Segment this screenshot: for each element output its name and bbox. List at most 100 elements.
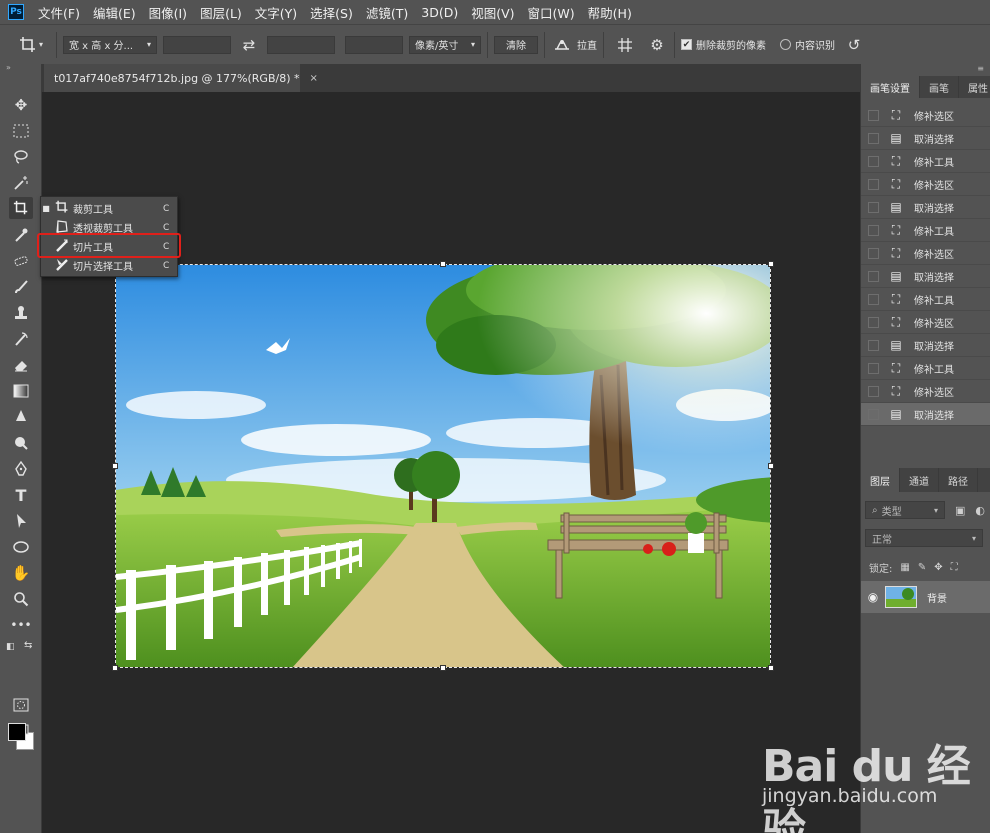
close-icon[interactable]: × <box>310 73 318 84</box>
tab-properties[interactable]: 属性 <box>959 76 990 98</box>
healing-brush-tool-icon[interactable] <box>9 250 33 272</box>
delete-cropped-checkbox[interactable]: ✔ <box>681 39 692 50</box>
clone-stamp-tool-icon[interactable] <box>9 302 33 324</box>
history-snapshot-checkbox[interactable] <box>868 270 879 282</box>
move-tool-icon[interactable]: ✥ <box>9 94 33 116</box>
menu-image[interactable]: 图像(I) <box>149 3 187 22</box>
history-item[interactable]: ⛶ 修补选区 <box>861 311 990 334</box>
more-tools-icon[interactable]: ••• <box>9 614 33 636</box>
collapse-arrows-icon[interactable]: » <box>0 64 41 74</box>
menu-view[interactable]: 视图(V) <box>471 3 514 22</box>
history-item[interactable]: ▤ 取消选择 <box>861 127 990 150</box>
ellipse-tool-icon[interactable] <box>9 536 33 558</box>
history-item[interactable]: ⛶ 修补工具 <box>861 150 990 173</box>
tab-paths[interactable]: 路径 <box>939 468 978 492</box>
flyout-item-crop-tool[interactable]: ■ 裁剪工具 C <box>41 199 179 218</box>
straighten-label[interactable]: 拉直 <box>577 37 597 52</box>
ratio-preset-select[interactable]: 宽 x 高 x 分... ▾ <box>63 35 157 54</box>
menu-type[interactable]: 文字(Y) <box>255 3 297 22</box>
history-item[interactable]: ⛶ 修补选区 <box>861 104 990 127</box>
history-snapshot-checkbox[interactable] <box>868 201 879 213</box>
eyedropper-tool-icon[interactable] <box>9 224 33 246</box>
menu-file[interactable]: 文件(F) <box>38 3 80 22</box>
eraser-tool-icon[interactable] <box>9 354 33 376</box>
flyout-item-slice-select-tool[interactable]: 切片选择工具 C <box>41 256 179 275</box>
history-snapshot-checkbox[interactable] <box>868 316 879 328</box>
history-item[interactable]: ▤ 取消选择 <box>861 265 990 288</box>
pen-tool-icon[interactable] <box>9 458 33 480</box>
menu-3d[interactable]: 3D(D) <box>421 5 458 20</box>
crop-handle-top-right[interactable] <box>768 261 774 267</box>
crop-handle-left[interactable] <box>112 463 118 469</box>
history-snapshot-checkbox[interactable] <box>868 339 879 351</box>
history-item[interactable]: ⛶ 修补工具 <box>861 357 990 380</box>
menu-window[interactable]: 窗口(W) <box>528 3 575 22</box>
history-snapshot-checkbox[interactable] <box>868 247 879 259</box>
history-brush-tool-icon[interactable] <box>9 328 33 350</box>
grid-overlay-icon[interactable] <box>614 37 636 53</box>
history-snapshot-checkbox[interactable] <box>868 408 879 420</box>
height-input[interactable] <box>267 35 335 54</box>
history-snapshot-checkbox[interactable] <box>868 155 879 167</box>
eye-visibility-icon[interactable]: ◉ <box>861 590 885 604</box>
lock-transparent-icon[interactable]: ▦ <box>900 562 909 573</box>
history-snapshot-checkbox[interactable] <box>868 293 879 305</box>
path-selection-tool-icon[interactable] <box>9 510 33 532</box>
history-item[interactable]: ⛶ 修补工具 <box>861 288 990 311</box>
menu-edit[interactable]: 编辑(E) <box>93 3 136 22</box>
crop-handle-right[interactable] <box>768 463 774 469</box>
reset-icon[interactable]: ↺ <box>843 36 865 54</box>
width-input[interactable] <box>163 35 231 54</box>
gradient-tool-icon[interactable] <box>9 380 33 402</box>
content-aware-checkbox[interactable] <box>780 39 791 50</box>
canvas-image[interactable] <box>115 264 771 668</box>
image-filter-icon[interactable]: ▣ <box>955 504 965 517</box>
history-item[interactable]: ⛶ 修补选区 <box>861 173 990 196</box>
tab-layers[interactable]: 图层 <box>861 468 900 492</box>
adjustment-filter-icon[interactable]: ◐ <box>975 504 985 517</box>
dodge-tool-icon[interactable] <box>9 432 33 454</box>
history-snapshot-checkbox[interactable] <box>868 109 879 121</box>
swap-colors-icon[interactable]: ⇆ <box>24 640 32 651</box>
history-snapshot-checkbox[interactable] <box>868 178 879 190</box>
history-snapshot-checkbox[interactable] <box>868 224 879 236</box>
history-item[interactable]: ⛶ 修补工具 <box>861 219 990 242</box>
lock-position-icon[interactable]: ✥ <box>934 562 942 573</box>
swap-arrows-icon[interactable]: ⇄ <box>231 36 267 54</box>
quick-mask-icon[interactable] <box>9 694 33 716</box>
blur-tool-icon[interactable] <box>9 406 33 428</box>
document-tab[interactable]: t017af740e8754f712b.jpg @ 177%(RGB/8) * … <box>44 64 318 92</box>
history-item[interactable]: ⛶ 修补选区 <box>861 380 990 403</box>
gear-icon[interactable]: ⚙ <box>646 36 668 54</box>
crop-handle-bottom[interactable] <box>440 665 446 671</box>
menu-filter[interactable]: 滤镜(T) <box>366 3 408 22</box>
blend-mode-select[interactable]: 正常 ▾ <box>865 529 983 547</box>
marquee-tool-icon[interactable] <box>9 120 33 142</box>
history-item[interactable]: ▤ 取消选择 <box>861 334 990 357</box>
history-snapshot-checkbox[interactable] <box>868 132 879 144</box>
history-item[interactable]: ⛶ 修补选区 <box>861 242 990 265</box>
resolution-input[interactable] <box>345 35 403 54</box>
crop-tool-preset-icon[interactable]: ▾ <box>12 36 50 54</box>
crop-tool-icon[interactable] <box>9 197 33 219</box>
lasso-tool-icon[interactable] <box>9 146 33 168</box>
tab-brush[interactable]: 画笔 <box>920 76 959 98</box>
tab-brush-settings[interactable]: 画笔设置 <box>861 76 920 98</box>
menu-layer[interactable]: 图层(L) <box>200 3 242 22</box>
zoom-tool-icon[interactable] <box>9 588 33 610</box>
crop-handle-top[interactable] <box>440 261 446 267</box>
history-item[interactable]: ▤ 取消选择 <box>861 403 990 426</box>
lock-pixels-icon[interactable]: ✎ <box>918 562 926 573</box>
menu-select[interactable]: 选择(S) <box>310 3 353 22</box>
history-snapshot-checkbox[interactable] <box>868 385 879 397</box>
history-snapshot-checkbox[interactable] <box>868 362 879 374</box>
hand-tool-icon[interactable]: ✋ <box>9 562 33 584</box>
layer-filter-select[interactable]: ⌕ 类型 ▾ <box>865 501 945 519</box>
menu-help[interactable]: 帮助(H) <box>588 3 632 22</box>
resolution-unit-select[interactable]: 像素/英寸 ▾ <box>409 35 481 54</box>
tab-channels[interactable]: 通道 <box>900 468 939 492</box>
type-tool-icon[interactable]: T <box>9 484 33 506</box>
panel-menu-icon[interactable]: ≡ <box>861 64 990 76</box>
history-item[interactable]: ▤ 取消选择 <box>861 196 990 219</box>
crop-handle-bottom-left[interactable] <box>112 665 118 671</box>
